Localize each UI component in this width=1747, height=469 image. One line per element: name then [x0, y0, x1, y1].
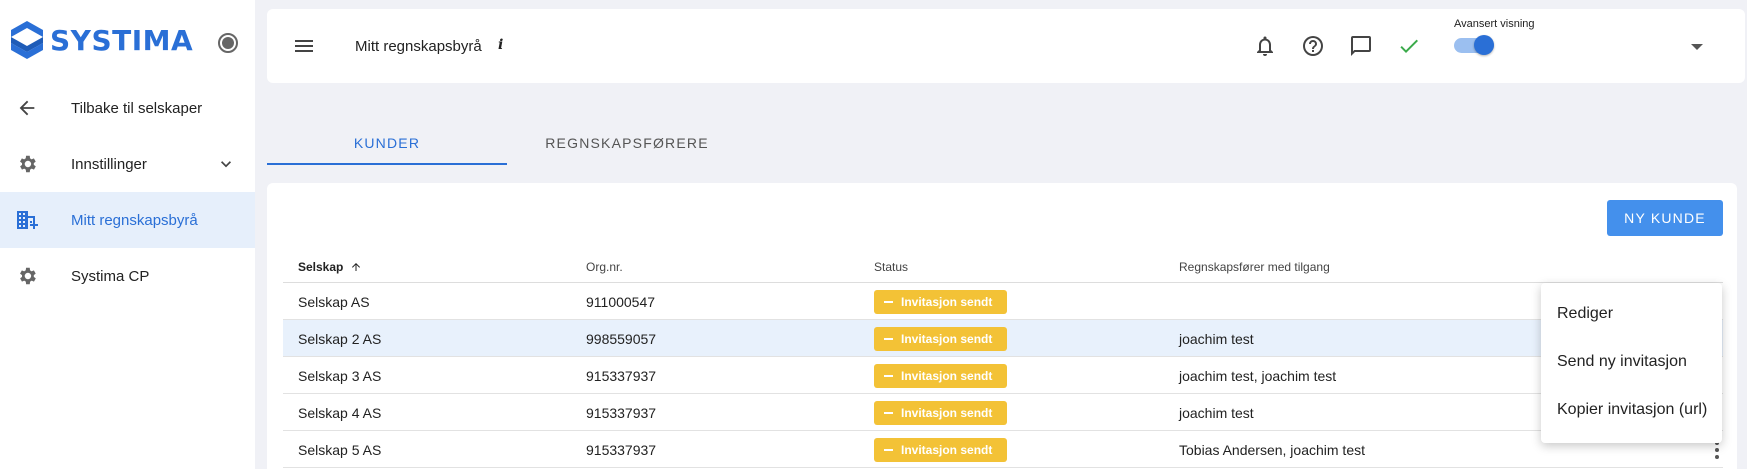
brand-name: SYSTIMA: [50, 23, 194, 57]
top-bar: Mitt regnskapsbyrå i Avansert visning: [267, 9, 1745, 83]
sort-arrow-up-icon[interactable]: [350, 261, 362, 273]
chat-icon[interactable]: [1349, 34, 1373, 58]
tab-accountants[interactable]: REGNSKAPSFØRERE: [507, 118, 747, 166]
sidebar-item-settings[interactable]: Innstillinger: [0, 136, 255, 192]
status-badge-label: Invitasjon sendt: [901, 369, 993, 383]
advanced-view-label: Avansert visning: [1454, 18, 1535, 30]
customers-card: NY KUNDE Selskap Org.nr. Status Regnskap…: [267, 183, 1737, 469]
sidebar-item-label: Tilbake til selskaper: [71, 99, 203, 117]
new-customer-button[interactable]: NY KUNDE: [1607, 200, 1723, 236]
building-icon: [15, 208, 39, 232]
org-number: 911000547: [586, 294, 656, 310]
company-name: Selskap 2 AS: [298, 331, 382, 347]
org-number: 915337937: [586, 442, 657, 458]
table-row[interactable]: Selskap 2 AS 998559057 Invitasjon sendt …: [283, 320, 1723, 357]
advanced-view-toggle[interactable]: [1452, 34, 1496, 56]
org-number: 998559057: [586, 331, 657, 347]
dash-icon: [884, 301, 893, 303]
status-badge-label: Invitasjon sendt: [901, 443, 993, 457]
column-header-accountants[interactable]: Regnskapsfører med tilgang: [1179, 260, 1330, 274]
menu-item-copy-invitation-url[interactable]: Kopier invitasjon (url): [1557, 401, 1707, 419]
tab-bar: KUNDER REGNSKAPSFØRERE: [267, 118, 747, 166]
active-tab-indicator: [267, 163, 507, 165]
sidebar: SYSTIMA Tilbake til selskaper Innstillin…: [0, 0, 255, 469]
gear-icon: [15, 264, 39, 288]
column-header-company[interactable]: Selskap: [298, 260, 362, 274]
sidebar-item-my-agency[interactable]: Mitt regnskapsbyrå: [0, 192, 255, 248]
status-badge-label: Invitasjon sendt: [901, 406, 993, 420]
menu-item-edit[interactable]: Rediger: [1557, 305, 1613, 323]
column-header-org-nr[interactable]: Org.nr.: [586, 260, 623, 274]
dash-icon: [884, 449, 893, 451]
table-row[interactable]: Selskap 5 AS 915337937 Invitasjon sendt …: [283, 431, 1723, 468]
status-badge: Invitasjon sendt: [874, 327, 1007, 351]
sidebar-item-systima-cp[interactable]: Systima CP: [0, 248, 255, 304]
help-icon[interactable]: [1301, 34, 1325, 58]
bell-icon[interactable]: [1253, 34, 1277, 58]
info-icon[interactable]: i: [498, 37, 503, 53]
company-name: Selskap 5 AS: [298, 442, 382, 458]
accountants-with-access: joachim test, joachim test: [1179, 368, 1337, 384]
table-header: Selskap Org.nr. Status Regnskapsfører me…: [283, 253, 1723, 283]
company-name: Selskap AS: [298, 294, 370, 310]
hamburger-menu-icon[interactable]: [292, 34, 316, 58]
accountants-with-access: joachim test: [1179, 331, 1254, 347]
customers-table: Selskap Org.nr. Status Regnskapsfører me…: [283, 253, 1723, 468]
menu-item-resend-invitation[interactable]: Send ny invitasjon: [1557, 353, 1687, 371]
status-indicator-icon[interactable]: [218, 33, 238, 53]
systima-logo-icon: [11, 21, 43, 59]
company-name: Selskap 3 AS: [298, 368, 382, 384]
org-number: 915337937: [586, 405, 657, 421]
column-header-label: Selskap: [298, 260, 344, 274]
sidebar-item-label: Mitt regnskapsbyrå: [71, 211, 198, 229]
sidebar-item-label: Innstillinger: [71, 155, 147, 173]
status-badge: Invitasjon sendt: [874, 401, 1007, 425]
sidebar-item-label: Systima CP: [71, 267, 150, 285]
more-vert-icon[interactable]: [1714, 441, 1720, 459]
org-number: 915337937: [586, 368, 657, 384]
company-name: Selskap 4 AS: [298, 405, 382, 421]
tab-customers[interactable]: KUNDER: [267, 118, 507, 166]
chevron-down-icon[interactable]: [216, 154, 236, 174]
status-badge: Invitasjon sendt: [874, 364, 1007, 388]
status-badge: Invitasjon sendt: [874, 438, 1007, 462]
check-icon[interactable]: [1397, 34, 1421, 58]
systima-logo[interactable]: SYSTIMA: [10, 20, 193, 60]
toggle-knob: [1474, 35, 1494, 55]
dash-icon: [884, 338, 893, 340]
status-badge: Invitasjon sendt: [874, 290, 1007, 314]
row-actions-menu: Rediger Send ny invitasjon Kopier invita…: [1541, 283, 1722, 443]
table-row[interactable]: Selskap 4 AS 915337937 Invitasjon sendt …: [283, 394, 1723, 431]
accountants-with-access: Tobias Andersen, joachim test: [1179, 442, 1365, 458]
dash-icon: [884, 375, 893, 377]
gear-icon: [15, 152, 39, 176]
arrow-left-icon: [15, 96, 39, 120]
page-title: Mitt regnskapsbyrå: [355, 38, 482, 55]
account-dropdown-caret-icon[interactable]: [1691, 44, 1703, 50]
status-badge-label: Invitasjon sendt: [901, 332, 993, 346]
accountants-with-access: joachim test: [1179, 405, 1254, 421]
table-row[interactable]: Selskap 3 AS 915337937 Invitasjon sendt …: [283, 357, 1723, 394]
status-badge-label: Invitasjon sendt: [901, 295, 993, 309]
dash-icon: [884, 412, 893, 414]
column-header-status[interactable]: Status: [874, 260, 908, 274]
table-row[interactable]: Selskap AS 911000547 Invitasjon sendt: [283, 283, 1723, 320]
sidebar-item-back[interactable]: Tilbake til selskaper: [0, 80, 255, 136]
